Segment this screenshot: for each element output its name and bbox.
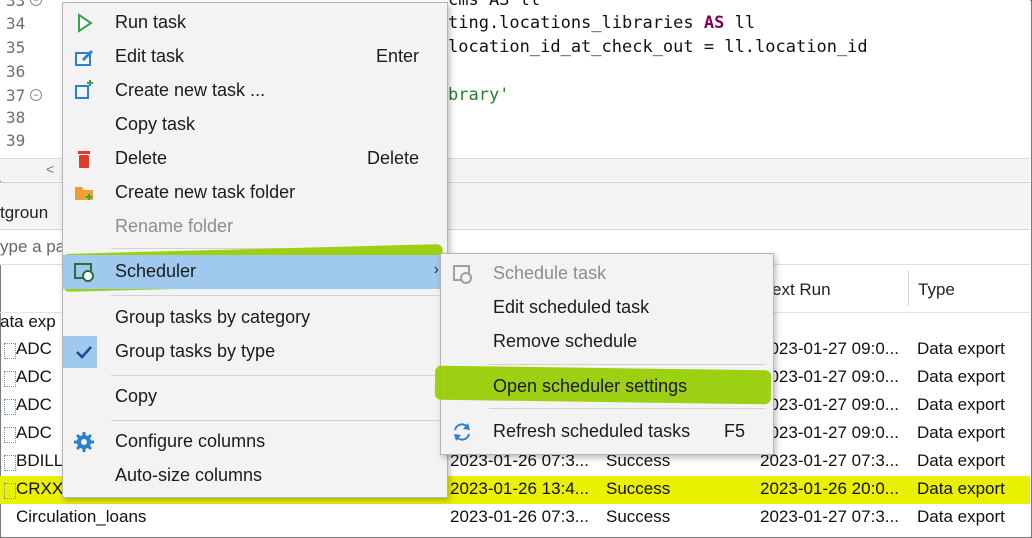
task-name: ADC: [16, 395, 52, 414]
column-header-type[interactable]: Type: [918, 280, 955, 300]
line-number-gutter: 33 − 34 35 36 37 − 38 39: [0, 0, 60, 160]
task-status: Success: [606, 479, 671, 498]
fold-toggle-icon[interactable]: −: [30, 89, 42, 101]
menu-item-run-task[interactable]: Run task: [63, 6, 447, 40]
next-run: 2023-01-27 09:0...: [760, 339, 899, 358]
task-type: Data export: [917, 479, 1005, 498]
code-line-string: brary': [448, 85, 510, 105]
menu-separator: [111, 295, 439, 296]
menu-separator: [489, 408, 765, 409]
line-number: 36: [6, 62, 26, 81]
task-status: Success: [606, 507, 671, 526]
task-name: CRXX: [16, 479, 64, 498]
scheduler-submenu: Schedule task Edit scheduled task Remove…: [434, 253, 774, 455]
table-row[interactable]: Circulation_loans 2023-01-26 07:3... Suc…: [0, 504, 1030, 532]
task-type: Data export: [917, 367, 1005, 386]
menu-item-rename-folder[interactable]: Rename folder: [63, 210, 447, 244]
task-name: Circulation_loans: [16, 507, 147, 526]
line-number: 37: [6, 86, 26, 105]
menu-item-delete[interactable]: Delete Delete: [63, 142, 447, 176]
line-number: 39: [6, 131, 26, 150]
next-run: 2023-01-26 20:0...: [760, 479, 899, 498]
next-run: 2023-01-27 07:3...: [760, 451, 899, 470]
line-number: 33: [6, 0, 26, 10]
menu-separator: [489, 364, 765, 365]
gear-icon: [73, 431, 95, 453]
task-icon: [4, 343, 16, 359]
task-name: BDILL: [16, 451, 64, 470]
refresh-icon: [451, 421, 473, 443]
task-icon: [4, 371, 16, 387]
schedule-task-icon: [451, 263, 473, 285]
next-run: 2023-01-27 09:0...: [760, 423, 899, 442]
code-line: location_id_at_check_out = ll.location_i…: [448, 37, 868, 57]
task-type: Data export: [917, 451, 1005, 470]
task-name: ADC: [16, 423, 52, 442]
code-line: cms AS ll: [448, 0, 541, 10]
column-divider[interactable]: [908, 270, 909, 306]
column-header-next-run[interactable]: ext Run: [772, 280, 831, 300]
menu-item-remove-schedule[interactable]: Remove schedule: [441, 325, 773, 359]
menu-separator: [111, 375, 439, 376]
task-type: Data export: [917, 395, 1005, 414]
menu-item-edit-scheduled-task[interactable]: Edit scheduled task: [441, 291, 773, 325]
menu-item-create-new-task-folder[interactable]: Create new task folder: [63, 176, 447, 210]
menu-item-copy-task[interactable]: Copy task: [63, 108, 447, 142]
edit-task-icon: [73, 46, 95, 68]
new-task-icon: [73, 80, 95, 102]
tab-background-tasks[interactable]: tgroun: [0, 203, 48, 223]
chevron-right-icon: ›: [433, 261, 439, 278]
task-icon: [4, 399, 16, 415]
line-number: 35: [6, 38, 26, 57]
line-number: 34: [6, 14, 26, 33]
scheduler-icon: [73, 261, 95, 283]
task-icon: [4, 427, 16, 443]
next-run: 2023-01-27 07:3...: [760, 507, 899, 526]
line-number: 38: [6, 108, 26, 127]
new-folder-icon: [73, 182, 95, 204]
task-name: ADC: [16, 367, 52, 386]
menu-item-group-by-category[interactable]: Group tasks by category: [63, 301, 447, 335]
group-label: ata exp: [0, 312, 56, 331]
menu-item-scheduler[interactable]: Scheduler ›: [63, 255, 447, 289]
filter-input[interactable]: ype a pa: [0, 237, 65, 257]
task-name: ADC: [16, 339, 52, 358]
code-line: ting.locations_libraries AS ll: [448, 13, 756, 33]
last-run: 2023-01-26 13:4...: [450, 479, 589, 498]
trash-icon: [73, 148, 95, 170]
scroll-left-icon[interactable]: <: [46, 161, 54, 177]
task-type: Data export: [917, 507, 1005, 526]
task-icon: [4, 455, 16, 471]
next-run: 2023-01-27 09:0...: [760, 395, 899, 414]
task-context-menu: Run task Edit task Enter Create new task…: [62, 2, 448, 498]
next-run: 2023-01-27 09:0...: [760, 367, 899, 386]
task-icon: [4, 483, 16, 499]
checkmark-icon: [73, 341, 95, 363]
menu-item-schedule-task[interactable]: Schedule task: [441, 257, 773, 291]
menu-item-refresh-scheduled-tasks[interactable]: Refresh scheduled tasks F5: [441, 415, 773, 449]
task-type: Data export: [917, 339, 1005, 358]
play-icon: [73, 12, 95, 34]
menu-item-configure-columns[interactable]: Configure columns: [63, 425, 447, 459]
last-run: 2023-01-26 07:3...: [450, 507, 589, 526]
menu-item-auto-size-columns[interactable]: Auto-size columns: [63, 459, 447, 493]
menu-item-open-scheduler-settings[interactable]: Open scheduler settings: [441, 370, 773, 404]
task-type: Data export: [917, 423, 1005, 442]
menu-item-group-by-type[interactable]: Group tasks by type: [63, 335, 447, 369]
menu-separator: [111, 420, 439, 421]
menu-item-create-new-task[interactable]: Create new task ...: [63, 74, 447, 108]
menu-item-edit-task[interactable]: Edit task Enter: [63, 40, 447, 74]
menu-item-copy[interactable]: Copy: [63, 380, 447, 414]
